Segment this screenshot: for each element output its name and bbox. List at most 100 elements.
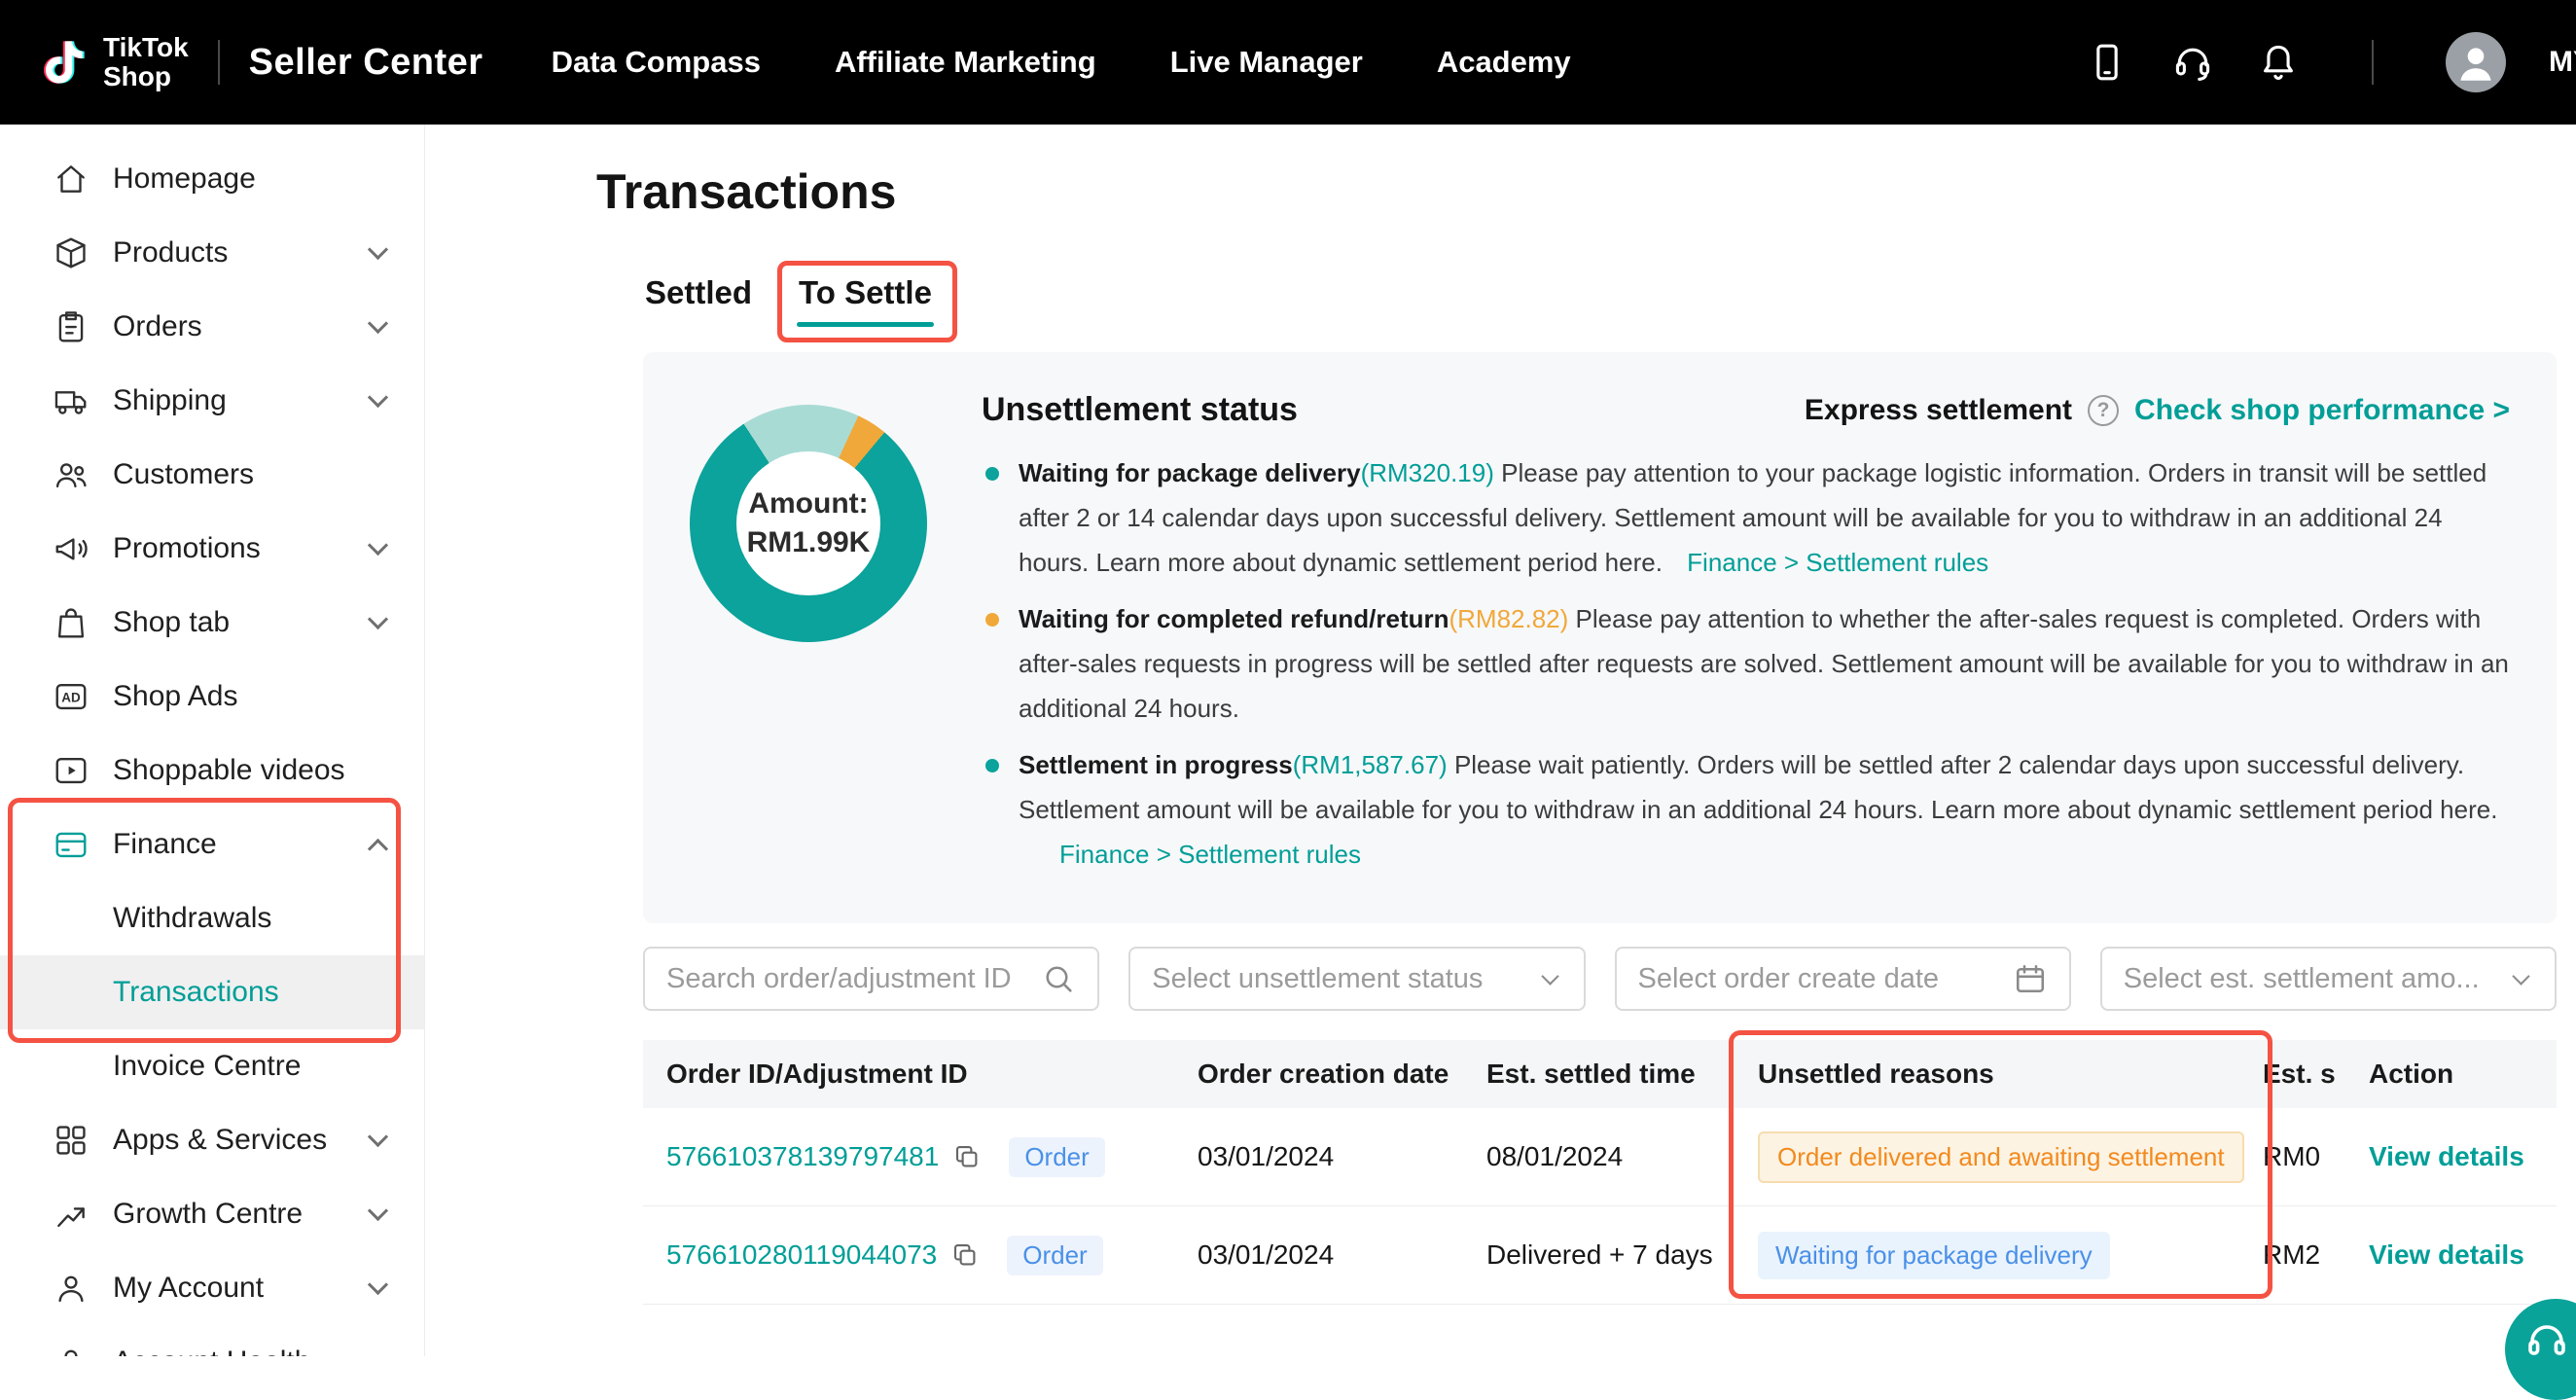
sidebar-item-homepage[interactable]: Homepage [0,142,424,216]
video-play-icon [53,752,89,789]
search-order-input[interactable] [666,963,1041,995]
table-header-row: Order ID/Adjustment ID Order creation da… [643,1040,2557,1108]
help-question-icon[interactable]: ? [2088,395,2119,426]
profile-label[interactable]: MY [2549,46,2576,79]
top-nav: Data Compass Affiliate Marketing Live Ma… [552,45,1571,80]
settlement-rules-link[interactable]: Finance > Settlement rules [1059,832,2510,877]
orders-clipboard-icon [53,308,89,345]
notifications-bell-icon[interactable] [2257,41,2300,84]
copy-icon[interactable] [950,1240,980,1270]
table-row: 576610280119044073 Order 03/01/2024 Deli… [643,1206,2557,1305]
search-icon [1041,961,1076,996]
nav-affiliate-marketing[interactable]: Affiliate Marketing [835,45,1096,80]
chevron-down-icon [368,238,388,259]
person-icon [53,1270,89,1307]
est-settled-time: Delivered + 7 days [1465,1239,1736,1271]
unsettled-reason-badge: Waiting for package delivery [1758,1232,2110,1279]
teal-bullet-dot [985,467,999,481]
top-bar: TikTok Shop Seller Center Data Compass A… [0,0,2576,125]
sidebar-item-promotions[interactable]: Promotions [0,512,424,586]
chevron-down-icon [368,534,388,555]
col-header-est-settlement: Est. s [2263,1059,2343,1090]
order-creation-date: 03/01/2024 [1176,1141,1465,1172]
search-order-field[interactable] [643,947,1099,1011]
teal-bullet-dot [985,759,999,772]
order-type-tag: Order [1009,1137,1104,1177]
sidebar-item-shoppable-videos[interactable]: Shoppable videos [0,734,424,808]
express-settlement-label: Express settlement [1805,394,2072,427]
chevron-down-icon [368,1200,388,1220]
support-headset-icon[interactable] [2171,41,2214,84]
account-health-icon [53,1344,89,1356]
col-header-est-settled-time: Est. settled time [1465,1059,1736,1090]
sidebar-item-transactions[interactable]: Transactions [0,955,424,1029]
col-header-action: Action [2343,1059,2557,1090]
unsettled-reason-badge: Order delivered and awaiting settlement [1758,1131,2244,1183]
col-header-creation-date: Order creation date [1176,1059,1465,1090]
chevron-down-icon [368,1274,388,1294]
nav-academy[interactable]: Academy [1437,45,1571,80]
chevron-down-icon [368,608,388,628]
tiktok-shop-logo[interactable]: TikTok Shop [39,33,189,91]
order-type-tag: Order [1007,1236,1102,1275]
growth-trend-icon [53,1196,89,1233]
sidebar-item-customers[interactable]: Customers [0,438,424,512]
page-title: Transactions [596,163,2557,220]
order-id-link[interactable]: 576610378139797481 [666,1141,939,1172]
apps-grid-icon [53,1122,89,1159]
sidebar-item-shop-ads[interactable]: AD Shop Ads [0,660,424,734]
shipping-truck-icon [53,382,89,419]
tiktok-note-icon [39,37,89,88]
sidebar-item-apps-services[interactable]: Apps & Services [0,1103,424,1177]
view-details-link[interactable]: View details [2369,1141,2524,1171]
nav-live-manager[interactable]: Live Manager [1170,45,1363,80]
tab-settled[interactable]: Settled [643,274,754,327]
donut-center-label: Amount: RM1.99K [736,451,880,595]
bullet-settlement-in-progress: Settlement in progress(RM1,587.67) Pleas… [982,742,2510,877]
sidebar-item-growth-centre[interactable]: Growth Centre [0,1177,424,1251]
chevron-down-icon [1541,967,1558,985]
donut-column: Amount: RM1.99K [690,391,982,888]
sidebar-item-finance[interactable]: Finance [0,808,424,881]
est-settlement-amount: RM0 [2263,1141,2343,1172]
chevron-down-icon [368,312,388,333]
logo-wordmark: TikTok Shop [103,33,189,91]
sidebar-item-withdrawals[interactable]: Withdrawals [0,881,424,955]
nav-data-compass[interactable]: Data Compass [552,45,761,80]
sidebar-item-my-account[interactable]: My Account [0,1251,424,1325]
check-shop-performance-link[interactable]: Check shop performance > [2134,394,2510,427]
status-bullets: Waiting for package delivery(RM320.19) P… [982,450,2510,877]
order-id-link[interactable]: 576610280119044073 [666,1239,937,1271]
order-creation-date: 03/01/2024 [1176,1239,1465,1271]
tabs: Settled To Settle [643,274,2557,327]
sidebar-item-invoice-centre[interactable]: Invoice Centre [0,1029,424,1103]
avatar[interactable] [2446,32,2506,92]
tab-to-settle[interactable]: To Settle [797,274,934,327]
sidebar-item-account-health[interactable]: Account Health [0,1325,424,1356]
products-box-icon [53,234,89,271]
settlement-rules-link[interactable]: Finance > Settlement rules [1687,548,1988,577]
view-details-link[interactable]: View details [2369,1239,2524,1270]
calendar-icon [2013,961,2048,996]
chevron-down-icon [368,386,388,407]
sidebar-item-orders[interactable]: Orders [0,290,424,364]
filters-row: Select unsettlement status Select order … [643,947,2557,1011]
chevron-up-icon [368,838,388,858]
chevron-down-icon [368,1126,388,1146]
mobile-app-icon[interactable] [2086,41,2129,84]
shop-bag-icon [53,604,89,641]
ads-icon: AD [53,678,89,715]
unsettlement-status-select[interactable]: Select unsettlement status [1128,947,1585,1011]
sidebar-item-shipping[interactable]: Shipping [0,364,424,438]
customers-people-icon [53,456,89,493]
sidebar-item-products[interactable]: Products [0,216,424,290]
finance-card-icon [53,826,89,863]
sidebar-item-shop-tab[interactable]: Shop tab [0,586,424,660]
col-header-order-id: Order ID/Adjustment ID [643,1059,1176,1090]
copy-icon[interactable] [952,1142,982,1171]
est-settlement-amount-select[interactable]: Select est. settlement amo... [2100,947,2557,1011]
divider [218,40,220,85]
table-row: 576610378139797481 Order 03/01/2024 08/0… [643,1108,2557,1206]
order-create-date-select[interactable]: Select order create date [1615,947,2071,1011]
unsettlement-donut-chart: Amount: RM1.99K [690,405,927,642]
